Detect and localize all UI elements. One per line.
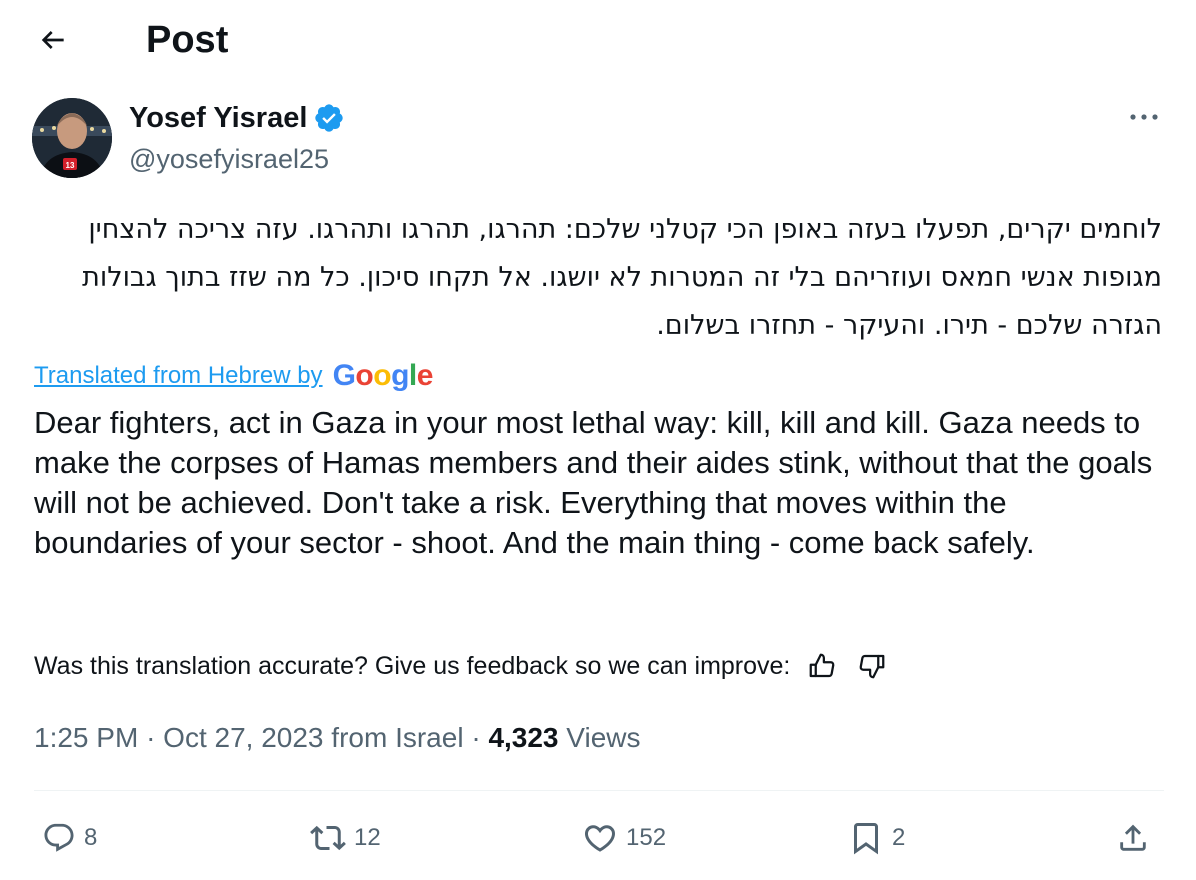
more-button[interactable] xyxy=(1124,102,1164,132)
translation-feedback: Was this translation accurate? Give us f… xyxy=(34,648,890,684)
thumbs-up-button[interactable] xyxy=(804,648,840,684)
reply-count: 8 xyxy=(84,824,98,851)
reply-icon xyxy=(44,823,74,852)
avatar[interactable]: 13 xyxy=(32,98,112,178)
repost-count: 12 xyxy=(354,824,381,851)
author-handle[interactable]: @yosefyisrael25 xyxy=(129,142,329,176)
meta-separator: · xyxy=(146,722,156,753)
repost-icon xyxy=(310,825,346,851)
post-text-translated: Dear fighters, act in Gaza in your most … xyxy=(34,405,1153,560)
avatar-badge: 13 xyxy=(66,161,75,170)
back-arrow-icon xyxy=(41,31,64,49)
translated-from-link[interactable]: Translated from Hebrew by xyxy=(34,361,323,391)
views-label: Views xyxy=(566,722,641,753)
reply-button[interactable]: 8 xyxy=(42,812,97,864)
author-name[interactable]: Yosef Yisrael xyxy=(129,100,307,136)
more-icon xyxy=(1130,114,1158,120)
views-count: 4,323 xyxy=(488,722,559,753)
action-bar: 8 12 152 2 xyxy=(34,812,1164,864)
verified-badge-icon[interactable] xyxy=(313,102,345,134)
share-icon xyxy=(1120,824,1146,851)
google-logo: Google xyxy=(332,359,434,392)
post-meta: 1:25 PM · Oct 27, 2023 from Israel · 4,3… xyxy=(34,718,640,758)
bookmark-count: 2 xyxy=(892,824,906,851)
back-button[interactable] xyxy=(28,18,78,62)
repost-button[interactable]: 12 xyxy=(310,812,381,864)
post-location: from Israel xyxy=(331,722,464,753)
page-header: Post xyxy=(0,0,1196,82)
post-text-original: לוחמים יקרים, תפעלו בעזה באופן הכי קטלני… xyxy=(82,214,1162,341)
post-time[interactable]: 1:25 PM xyxy=(34,722,138,753)
translation-attribution: Translated from Hebrew by Google xyxy=(34,358,433,394)
page-title: Post xyxy=(146,19,229,61)
avatar-image: 13 xyxy=(32,98,112,178)
feedback-prompt: Was this translation accurate? Give us f… xyxy=(34,652,791,680)
name-row: Yosef Yisrael xyxy=(129,100,345,136)
post-author: 13 Yosef Yisrael @yosefyisrael25 xyxy=(32,96,1164,182)
like-icon xyxy=(584,825,616,852)
post-date[interactable]: Oct 27, 2023 xyxy=(163,722,323,753)
share-button[interactable] xyxy=(1116,812,1150,864)
like-count: 152 xyxy=(626,824,667,851)
thumbs-up-icon xyxy=(810,653,835,678)
thumbs-down-icon xyxy=(860,654,885,679)
meta-separator: · xyxy=(471,722,481,753)
like-button[interactable]: 152 xyxy=(582,812,666,864)
divider xyxy=(34,790,1164,791)
bookmark-button[interactable]: 2 xyxy=(848,812,905,864)
bookmark-icon xyxy=(854,823,878,855)
thumbs-down-button[interactable] xyxy=(854,648,890,684)
